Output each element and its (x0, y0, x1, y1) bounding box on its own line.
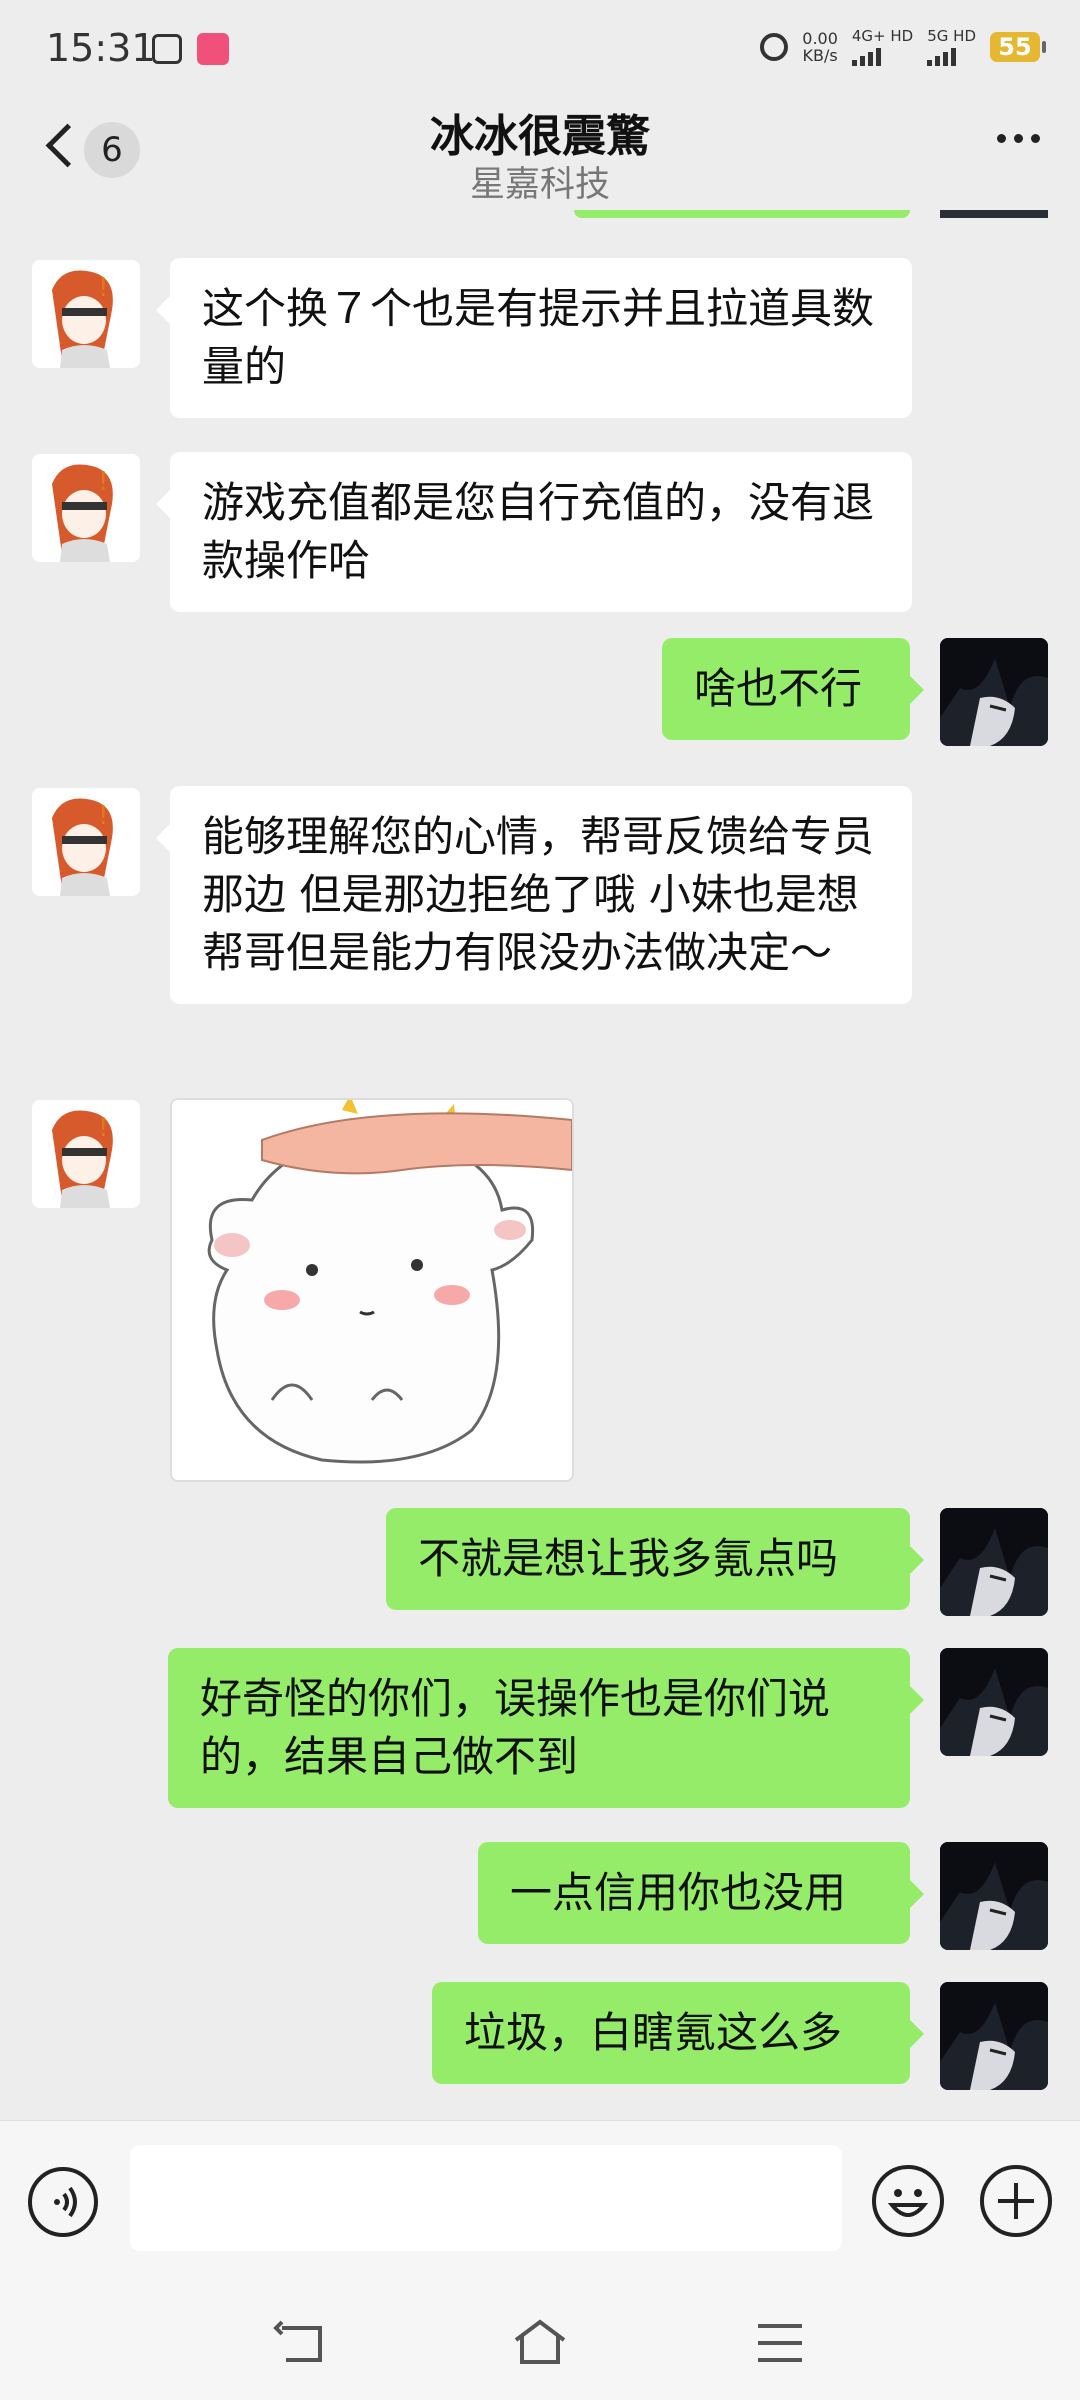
chat-title: 冰冰很震驚 (430, 111, 650, 162)
message-bubble[interactable]: 游戏充值都是您自行充值的，没有退款操作哈 (156, 452, 912, 612)
message-bubble[interactable]: 垃圾，白瞎氪这么多 (432, 1982, 924, 2084)
avatar[interactable] (940, 1508, 1048, 1616)
avatar[interactable]: ! (32, 1100, 140, 1208)
chat-subtitle: 星嘉科技 (469, 165, 610, 205)
message-row: 好奇怪的你们，误操作也是你们说的，结果自己做不到 (0, 1646, 1080, 1816)
avatar-image (940, 1842, 1048, 1950)
bilibili-icon (197, 33, 229, 65)
battery-icon: 55 (990, 32, 1046, 62)
avatar[interactable]: ! (32, 788, 140, 896)
message-bubble[interactable]: 一点信用你也没用 (478, 1842, 924, 1944)
message-row: ! (0, 1088, 1080, 1488)
avatar (940, 210, 1048, 218)
net-speed: 0.00 KB/s (802, 29, 838, 65)
avatar[interactable] (940, 1842, 1048, 1950)
home-icon[interactable] (512, 2318, 568, 2368)
avatar-image (940, 1508, 1048, 1616)
more-icon[interactable] (997, 134, 1040, 143)
avatar-image (940, 1982, 1048, 2090)
message-input[interactable] (130, 2145, 842, 2251)
avatar-image: ! (32, 788, 140, 896)
svg-text:!: ! (98, 801, 108, 831)
message-bubble[interactable]: 啥也不行 (662, 638, 924, 740)
voice-icon[interactable] (28, 2167, 98, 2237)
avatar[interactable] (940, 1982, 1048, 2090)
menu-icon[interactable] (752, 2318, 808, 2368)
signal-icon (927, 44, 976, 66)
sticker-image[interactable] (170, 1098, 574, 1482)
message-list[interactable]: ! 这个换７个也是有提示并且拉道具数量的 ! 游戏充值都是您自行充值的，没有退款… (0, 210, 1080, 2120)
message-row: 一点信用你也没用 (0, 1840, 1080, 1950)
message-row: ! 游戏充值都是您自行充值的，没有退款操作哈 (0, 442, 1080, 612)
svg-text:!: ! (98, 273, 108, 303)
status-bar: 15:31 0.00 KB/s 4G+ HD 5G HD 55 (0, 0, 1080, 100)
avatar-image: ! (32, 260, 140, 368)
plus-icon[interactable] (980, 2165, 1052, 2237)
avatar-image: ! (32, 454, 140, 562)
message-row: 不就是想让我多氪点吗 (0, 1506, 1080, 1616)
message-row: ! 能够理解您的心情，帮哥反馈给专员那边 但是那边拒绝了哦 小妹也是想帮哥但是能… (0, 776, 1080, 1066)
svg-text:!: ! (98, 1113, 108, 1143)
system-nav-bar (0, 2280, 1080, 2400)
message-row: 垃圾，白瞎氪这么多 (0, 1980, 1080, 2090)
signal-icon (851, 44, 913, 66)
alarm-icon (760, 33, 789, 61)
avatar-image (940, 638, 1048, 746)
emoji-icon[interactable] (872, 2165, 944, 2237)
avatar-image: ! (32, 1100, 140, 1208)
message-bubble[interactable]: 好奇怪的你们，误操作也是你们说的，结果自己做不到 (168, 1648, 924, 1808)
message-bubble[interactable]: 能够理解您的心情，帮哥反馈给专员那边 但是那边拒绝了哦 小妹也是想帮哥但是能力有… (156, 786, 912, 1004)
back-nav-icon[interactable] (272, 2318, 328, 2368)
input-bar (0, 2120, 1080, 2281)
message-row: ! 这个换７个也是有提示并且拉道具数量的 (0, 248, 1080, 418)
cow-sticker-icon (172, 1100, 572, 1480)
status-time: 15:31 (46, 26, 156, 70)
avatar[interactable]: ! (32, 454, 140, 562)
chat-header: 6 冰冰很震驚 星嘉科技 (0, 100, 1080, 210)
message-row: 啥也不行 (0, 636, 1080, 746)
avatar[interactable]: ! (32, 260, 140, 368)
app-notification-icon (152, 34, 182, 64)
sim2-signal: 5G HD (927, 28, 976, 66)
message-bubble[interactable]: 这个换７个也是有提示并且拉道具数量的 (156, 258, 912, 418)
avatar[interactable] (940, 1648, 1048, 1756)
message-bubble-partial (574, 210, 910, 218)
avatar[interactable] (940, 638, 1048, 746)
message-bubble[interactable]: 不就是想让我多氪点吗 (386, 1508, 924, 1610)
avatar-image (940, 1648, 1048, 1756)
sim1-signal: 4G+ HD (851, 28, 913, 66)
svg-text:!: ! (98, 467, 108, 497)
